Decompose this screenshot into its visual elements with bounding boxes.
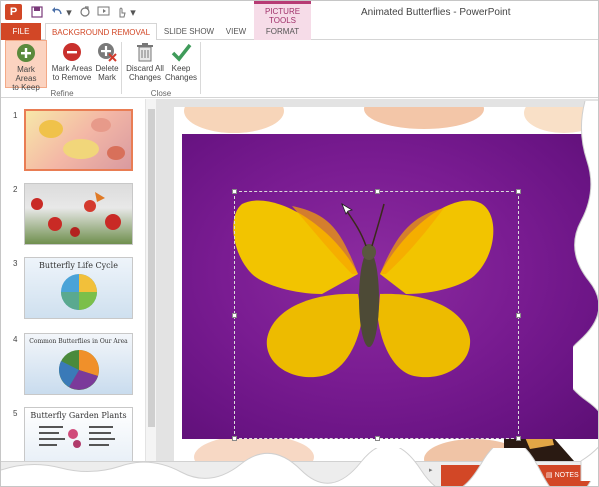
resize-handle-top-left[interactable] bbox=[232, 189, 237, 194]
resize-handle-bottom[interactable] bbox=[375, 436, 380, 441]
powerpoint-logo-icon: P bbox=[5, 4, 22, 20]
background-removal-marquee[interactable] bbox=[232, 189, 521, 441]
thumbnail-scrollbar[interactable] bbox=[145, 99, 156, 461]
slide-5-title: Butterfly Garden Plants bbox=[30, 411, 127, 420]
tab-slide-show[interactable]: SLIDE SHOW bbox=[161, 23, 217, 40]
mark-areas-to-keep-button[interactable]: Mark Areas to Keep bbox=[5, 40, 47, 92]
tab-background-removal[interactable]: BACKGROUND REMOVAL bbox=[45, 23, 157, 41]
mark-remove-label-2: to Remove bbox=[52, 73, 92, 82]
group-separator bbox=[121, 42, 122, 94]
undo-dropdown-icon[interactable]: ▾ bbox=[64, 4, 74, 20]
discard-all-changes-button[interactable]: Discard All Changes bbox=[125, 40, 165, 88]
slide-thumbnail-pane: 1 2 3 Butterfly Life Cycle 4 Common Butt… bbox=[1, 99, 156, 469]
resize-handle-right[interactable] bbox=[516, 313, 521, 318]
minus-circle-icon bbox=[63, 43, 81, 61]
keep-changes-label-2: Changes bbox=[165, 73, 198, 82]
life-cycle-diagram bbox=[61, 274, 97, 310]
delete-mark-label-1: Delete bbox=[95, 64, 119, 73]
slide-thumbnail-4[interactable]: Common Butterflies in Our Area bbox=[24, 333, 133, 395]
save-icon[interactable] bbox=[29, 4, 45, 20]
keep-changes-label-1: Keep bbox=[171, 64, 191, 73]
ribbon: Mark Areas to Keep Mark Areas to Remove … bbox=[1, 40, 598, 98]
slide-number: 2 bbox=[13, 185, 18, 194]
tab-format[interactable]: FORMAT bbox=[254, 23, 311, 40]
powerpoint-window: P ▾ ▾ PICTURE TOOLS Animated Butterflies… bbox=[0, 0, 599, 487]
slide-thumbnail-1[interactable] bbox=[24, 109, 133, 171]
torn-edge-decoration bbox=[1, 448, 598, 486]
slide-4-title: Common Butterflies in Our Area bbox=[29, 338, 128, 345]
document-title: Animated Butterflies - PowerPoint bbox=[361, 7, 511, 18]
tab-view[interactable]: VIEW bbox=[221, 23, 251, 40]
resize-handle-bottom-left[interactable] bbox=[232, 436, 237, 441]
background-removal-photo[interactable] bbox=[182, 134, 598, 441]
discard-label-2: Changes bbox=[128, 73, 162, 82]
touch-mode-icon[interactable] bbox=[113, 4, 129, 20]
torn-edge-decoration-right bbox=[573, 101, 598, 481]
resize-handle-top[interactable] bbox=[375, 189, 380, 194]
keep-changes-button[interactable]: Keep Changes bbox=[165, 40, 197, 88]
resize-handle-left[interactable] bbox=[232, 313, 237, 318]
slide-thumbnail-3[interactable]: Butterfly Life Cycle bbox=[24, 257, 133, 319]
delete-mark-button[interactable]: Delete Mark bbox=[93, 40, 121, 88]
slide-3-title: Butterfly Life Cycle bbox=[39, 261, 118, 270]
mark-keep-label-1: Mark Areas bbox=[15, 65, 37, 83]
current-slide bbox=[174, 107, 598, 461]
slide-number: 1 bbox=[13, 111, 18, 120]
discard-label-1: Discard All bbox=[126, 64, 164, 73]
customize-qat-icon[interactable]: ▾ bbox=[128, 4, 138, 20]
slide-editor bbox=[156, 99, 598, 461]
slide-number: 3 bbox=[13, 259, 18, 268]
checkmark-icon bbox=[171, 43, 192, 62]
start-from-beginning-icon[interactable] bbox=[95, 4, 111, 20]
delete-mark-icon bbox=[98, 43, 117, 62]
slide-thumbnail-2[interactable] bbox=[24, 183, 133, 245]
ribbon-tabs: FILE BACKGROUND REMOVAL SLIDE SHOW VIEW … bbox=[1, 23, 598, 41]
resize-handle-bottom-right[interactable] bbox=[516, 436, 521, 441]
trash-icon bbox=[137, 43, 153, 62]
mark-remove-label-1: Mark Areas bbox=[51, 64, 93, 73]
group-close-label: Close bbox=[150, 89, 172, 98]
undo-icon[interactable] bbox=[49, 4, 65, 20]
slide-number: 5 bbox=[13, 409, 18, 418]
plus-circle-icon bbox=[17, 44, 35, 62]
pie-chart-image bbox=[59, 350, 99, 390]
butterfly-collage-image bbox=[39, 118, 125, 160]
slide-number: 4 bbox=[13, 335, 18, 344]
title-bar: P ▾ ▾ PICTURE TOOLS Animated Butterflies… bbox=[1, 1, 598, 25]
group-separator bbox=[200, 42, 201, 94]
tab-file[interactable]: FILE bbox=[1, 23, 41, 40]
picture-tools-band: PICTURE TOOLS bbox=[254, 1, 311, 25]
resize-handle-top-right[interactable] bbox=[516, 189, 521, 194]
mark-areas-to-remove-button[interactable]: Mark Areas to Remove bbox=[49, 40, 95, 88]
group-refine-label: Refine bbox=[50, 89, 74, 98]
scrollbar-thumb[interactable] bbox=[148, 109, 155, 427]
redo-icon[interactable] bbox=[77, 4, 93, 20]
delete-mark-label-2: Mark bbox=[98, 73, 116, 82]
poppy-field-image bbox=[31, 192, 121, 237]
